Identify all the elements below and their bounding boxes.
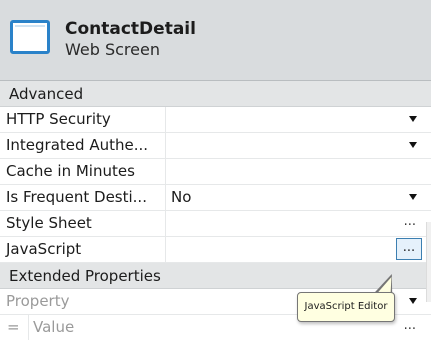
section-label: Advanced	[9, 85, 84, 103]
is-frequent-destination-select[interactable]: No	[166, 185, 431, 210]
properties-panel: ContactDetail Web Screen Advanced HTTP S…	[0, 0, 431, 351]
section-label: Extended Properties	[9, 267, 161, 285]
property-name: HTTP Security	[0, 107, 166, 132]
section-extended-properties[interactable]: Extended Properties	[0, 263, 431, 289]
screen-icon	[10, 20, 50, 54]
section-advanced[interactable]: Advanced	[0, 81, 431, 107]
property-name: JavaScript	[0, 237, 166, 262]
property-name: Style Sheet	[0, 211, 166, 236]
property-row-http-security[interactable]: HTTP Security	[0, 107, 431, 133]
property-row-is-frequent-destination[interactable]: Is Frequent Desti... No	[0, 185, 431, 211]
equals-icon: =	[7, 318, 20, 336]
dropdown-arrow-icon[interactable]	[409, 194, 417, 200]
integrated-authentication-select[interactable]	[166, 133, 431, 158]
style-sheet-value[interactable]: ...	[166, 211, 431, 236]
dropdown-arrow-icon[interactable]	[409, 142, 417, 148]
object-title: ContactDetail	[65, 19, 196, 39]
property-row-cache-in-minutes[interactable]: Cache in Minutes	[0, 159, 431, 185]
javascript-value[interactable]	[166, 237, 431, 262]
javascript-editor-button[interactable]: ...	[396, 238, 422, 260]
property-name: Is Frequent Desti...	[0, 185, 166, 210]
value-ellipsis-button[interactable]: ...	[404, 315, 416, 337]
cache-in-minutes-input[interactable]	[166, 159, 431, 184]
style-sheet-ellipsis-button[interactable]: ...	[404, 211, 416, 233]
dropdown-arrow-icon[interactable]	[409, 298, 417, 304]
dropdown-arrow-icon[interactable]	[409, 116, 417, 122]
object-type: Web Screen	[65, 40, 160, 59]
property-name: Cache in Minutes	[0, 159, 166, 184]
property-name: Integrated Authe...	[0, 133, 166, 158]
property-row-integrated-authentication[interactable]: Integrated Authe...	[0, 133, 431, 159]
http-security-select[interactable]	[166, 107, 431, 132]
web-screen-icon	[10, 20, 56, 58]
object-header: ContactDetail Web Screen	[0, 0, 431, 81]
property-value: No	[171, 188, 192, 206]
property-value-input[interactable]: Value	[28, 315, 74, 340]
tooltip: JavaScript Editor	[297, 292, 395, 322]
property-row-javascript[interactable]: JavaScript ...	[0, 237, 431, 263]
vertical-scrollbar[interactable]	[426, 222, 431, 302]
property-row-style-sheet[interactable]: Style Sheet ...	[0, 211, 431, 237]
